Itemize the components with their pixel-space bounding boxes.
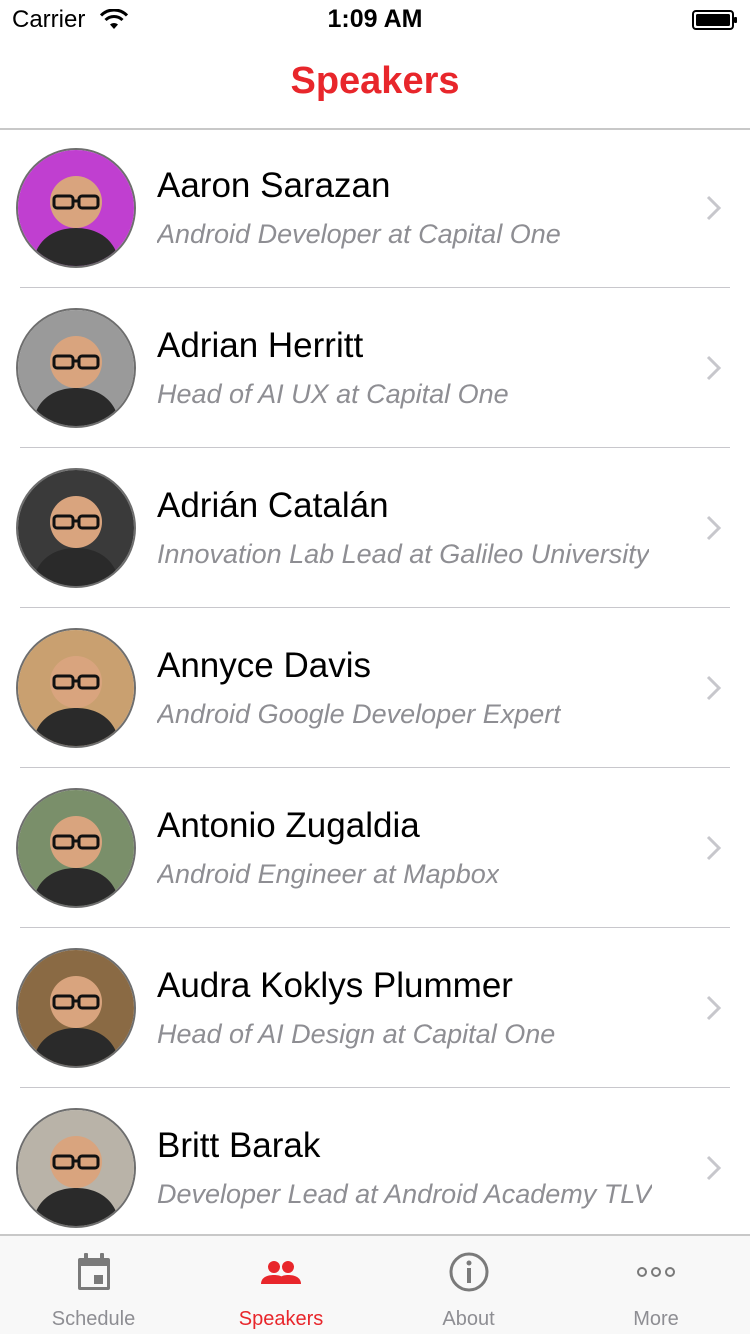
battery-icon [692,10,737,30]
speaker-name: Adrián Catalán [157,486,389,525]
speaker-row[interactable]: Britt Barak Developer Lead at Android Aca… [0,1088,750,1234]
speaker-title: Android Developer at Capital One [157,219,561,249]
speaker-avatar [16,308,136,428]
speaker-avatar [16,468,136,588]
chevron-right-icon [706,195,722,221]
chevron-right-icon [706,835,722,861]
speaker-avatar [16,1108,136,1228]
speaker-name: Aaron Sarazan [157,166,391,205]
status-time: 1:09 AM [327,5,423,33]
calendar-icon [77,1253,110,1290]
chevron-right-icon [706,515,722,541]
status-bar: Carrier 1:09 AM [0,0,750,40]
speaker-name: Adrian Herritt [157,326,364,365]
people-icon [261,1261,301,1284]
speaker-row[interactable]: Adrián Catalán Innovation Lab Lead at Gal… [0,448,750,608]
speaker-avatar [16,628,136,748]
page-title: Speakers [290,60,460,102]
chevron-right-icon [706,675,722,701]
speaker-row[interactable]: Annyce Davis Android Google Developer Exp… [0,608,750,768]
tab-schedule[interactable]: Schedule [0,1236,187,1334]
speaker-avatar [16,948,136,1068]
speaker-list[interactable]: Aaron Sarazan Android Developer at Capita… [0,128,750,1234]
speaker-title: Head of AI UX at Capital One [157,379,509,409]
speaker-title: Android Google Developer Expert [157,699,561,729]
speaker-row[interactable]: Audra Koklys Plummer Head of AI Design at… [0,928,750,1088]
speaker-row[interactable]: Aaron Sarazan Android Developer at Capita… [0,128,750,288]
chevron-right-icon [706,995,722,1021]
tab-label: About [442,1308,495,1330]
speaker-name: Audra Koklys Plummer [157,966,513,1005]
speaker-title: Innovation Lab Lead at Galileo Universit… [157,539,650,569]
speaker-name: Antonio Zugaldia [157,806,420,845]
tab-label: Schedule [51,1308,136,1330]
tab-more[interactable]: More [563,1236,750,1334]
speaker-title: Head of AI Design at Capital One [157,1019,556,1049]
speaker-row[interactable]: Antonio Zugaldia Android Engineer at Mapb… [0,768,750,928]
speaker-title: Android Engineer at Mapbox [157,859,500,889]
tab-speakers[interactable]: Speakers [188,1236,375,1334]
tab-label: Speakers [238,1308,324,1330]
chevron-right-icon [706,1155,722,1181]
speaker-name: Britt Barak [157,1126,321,1165]
speaker-row[interactable]: Adrian Herritt Head of AI UX at Capital O… [0,288,750,448]
navigation-bar: Speakers [0,40,750,130]
speaker-name: Annyce Davis [157,646,371,685]
speaker-avatar [16,788,136,908]
more-icon [637,1267,675,1277]
chevron-right-icon [706,355,722,381]
speaker-avatar [16,148,136,268]
info-icon [449,1252,488,1292]
speaker-title: Developer Lead at Android Academy TLV [157,1179,652,1209]
tab-label: More [633,1308,679,1330]
tab-about[interactable]: About [375,1236,562,1334]
tab-bar: Schedule Speakers About More [0,1234,750,1334]
